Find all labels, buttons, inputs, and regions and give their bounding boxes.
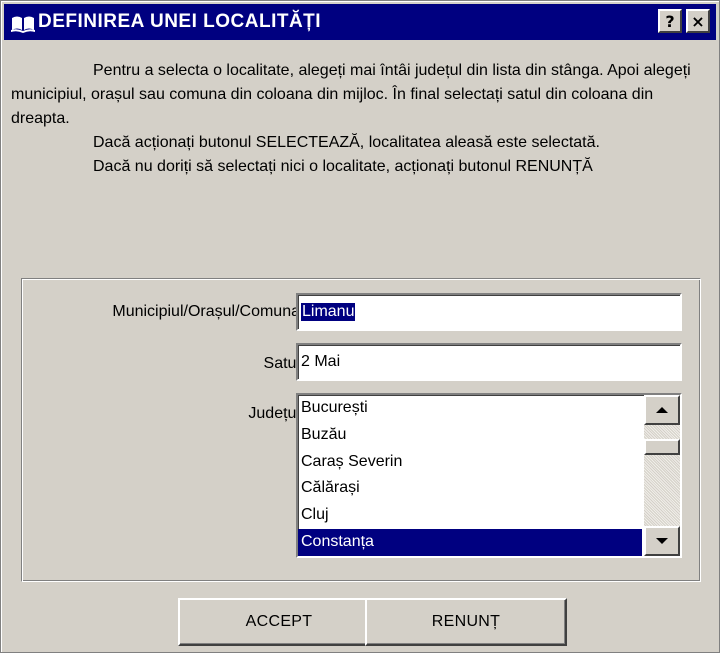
scroll-down-button[interactable] <box>644 526 680 556</box>
instruction-paragraph-2: Dacă acționați butonul SELECTEAZĂ, local… <box>93 134 600 151</box>
sat-field[interactable]: 2 Mai <box>296 343 682 381</box>
judet-label: Județul <box>248 405 300 422</box>
judet-scrollbar[interactable] <box>644 395 680 556</box>
arrow-up-icon <box>656 407 668 413</box>
list-item-selected[interactable]: Constanța <box>298 528 642 556</box>
judet-list-items: București Buzău Caraș Severin Călărași C… <box>298 395 642 556</box>
help-button[interactable]: ? <box>658 9 682 33</box>
accept-button[interactable]: ACCEPT <box>178 598 380 646</box>
renunt-button-label: RENUNȚ <box>431 613 501 630</box>
locality-group-box: Municipiul/Orașul/Comuna Limanu Satul 2 … <box>21 278 701 582</box>
dialog-window: DEFINIREA UNEI LOCALITĂȚI ? × Pentru a s… <box>0 0 720 653</box>
open-book-icon <box>11 16 35 33</box>
window-title: DEFINIREA UNEI LOCALITĂȚI <box>38 11 322 32</box>
list-item[interactable]: București <box>298 395 642 422</box>
scroll-thumb[interactable] <box>644 439 680 455</box>
close-icon: × <box>691 11 705 31</box>
instructions-text: Pentru a selecta o localitate, alegeți m… <box>11 59 711 179</box>
help-button-label: ? <box>665 11 675 31</box>
list-item[interactable]: Buzău <box>298 422 642 449</box>
arrow-down-icon <box>656 538 668 544</box>
sat-label: Satul <box>263 355 300 372</box>
close-button[interactable]: × <box>686 9 710 33</box>
list-item[interactable]: Caraș Severin <box>298 449 642 476</box>
list-item[interactable]: Călărași <box>298 475 642 502</box>
instruction-paragraph-3: Dacă nu doriți să selectați nici o local… <box>93 158 593 175</box>
instruction-paragraph-1: Pentru a selecta o localitate, alegeți m… <box>11 62 691 127</box>
renunt-button[interactable]: RENUNȚ <box>365 598 567 646</box>
sat-value: 2 Mai <box>301 353 341 370</box>
accept-button-label: ACCEPT <box>245 613 313 630</box>
title-bar[interactable]: DEFINIREA UNEI LOCALITĂȚI ? × <box>4 4 716 40</box>
municipiu-field[interactable]: Limanu <box>296 293 682 331</box>
list-item[interactable]: Cluj <box>298 502 642 529</box>
municipiu-value: Limanu <box>301 303 356 321</box>
municipiu-label: Municipiul/Orașul/Comuna <box>112 303 300 320</box>
scroll-up-button[interactable] <box>644 395 680 425</box>
judet-listbox[interactable]: București Buzău Caraș Severin Călărași C… <box>296 393 682 558</box>
